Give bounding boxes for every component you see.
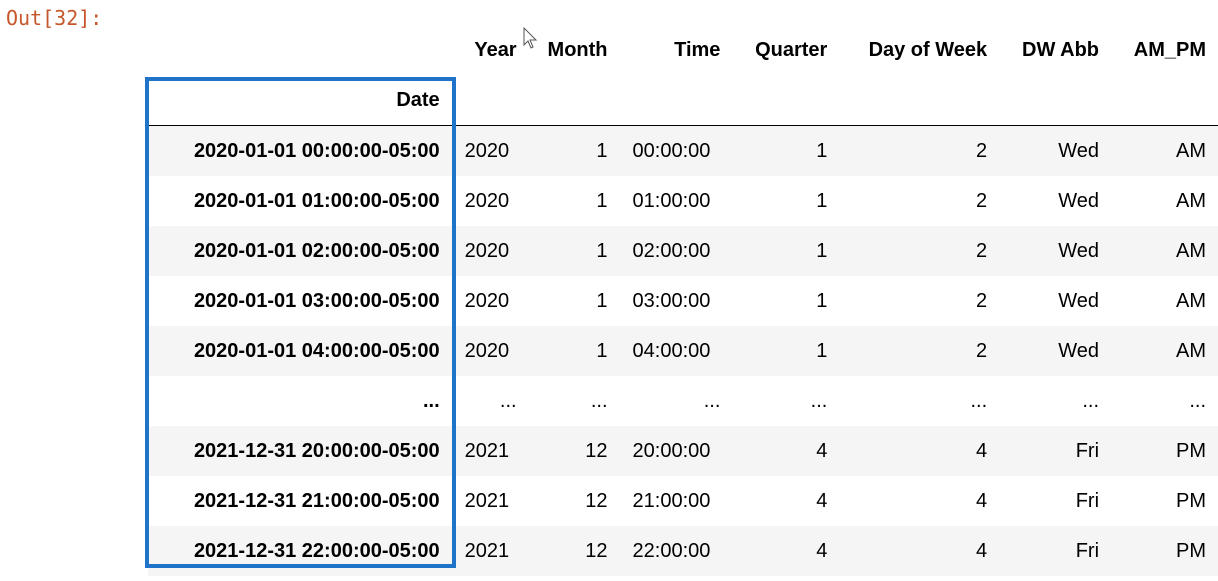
table-cell: 1 [596, 139, 608, 162]
row-index: 2020-01-01 04:00:00-05:00 [193, 339, 440, 362]
row-index: 2020-01-01 01:00:00-05:00 [193, 189, 440, 212]
table-cell: 4 [976, 539, 988, 562]
table-cell: ... [970, 389, 988, 412]
table-row: 2020-01-01 01:00:00-05:00 2020 1 01:00:00 1 2… [148, 176, 1218, 226]
row-index: 2020-01-01 00:00:00-05:00 [193, 139, 440, 162]
table-cell: Wed [1058, 239, 1100, 262]
table-cell: AM [1176, 239, 1206, 262]
column-header: AM_PM [1133, 38, 1206, 61]
column-header: Day of Week [868, 38, 988, 61]
table-cell: ... [1082, 389, 1100, 412]
table-cell: PM [1176, 439, 1206, 462]
table-row: ........................ [148, 376, 1218, 426]
table-cell: AM [1176, 139, 1206, 162]
table-cell: 2020 [464, 139, 510, 162]
column-header-row: Year Month Time Quarter Day of Week DW A… [148, 25, 1218, 75]
table-row: 2021-12-31 21:00:00-05:00 2021 12 21:00:00 4… [148, 476, 1218, 526]
table-cell: 2021 [464, 489, 510, 512]
table-cell: 21:00:00 [632, 489, 711, 512]
dataframe-table: Year Month Time Quarter Day of Week DW A… [148, 25, 1218, 576]
table-cell: Wed [1058, 139, 1100, 162]
row-index: 2020-01-01 02:00:00-05:00 [193, 239, 440, 262]
table-row: 2021-12-31 20:00:00-05:00 2021 12 20:00:00 4… [148, 426, 1218, 476]
column-header: Year [474, 38, 517, 61]
table-cell: 01:00:00 [632, 189, 711, 212]
table-cell: 4 [976, 439, 988, 462]
table-cell: ... [810, 389, 828, 412]
table-cell: 20:00:00 [632, 439, 711, 462]
column-header: Month [547, 38, 608, 61]
table-cell: Wed [1058, 339, 1100, 362]
row-index: 2021-12-31 22:00:00-05:00 [193, 539, 440, 562]
table-cell: ... [590, 389, 608, 412]
table-cell: 2021 [464, 539, 510, 562]
table-cell: 4 [816, 489, 828, 512]
table-cell: 1 [816, 239, 828, 262]
table-cell: 1 [596, 239, 608, 262]
table-row: 2020-01-01 02:00:00-05:00 2020 1 02:00:00 1 2… [148, 226, 1218, 276]
table-cell: 12 [585, 489, 608, 512]
table-cell: 2 [976, 289, 988, 312]
table-cell: ... [703, 389, 721, 412]
table-cell: 4 [816, 439, 828, 462]
table-cell: 1 [596, 189, 608, 212]
table-cell: 2 [976, 139, 988, 162]
blank-header [148, 25, 452, 75]
table-cell: PM [1176, 539, 1206, 562]
table-cell: AM [1176, 289, 1206, 312]
table-cell: Wed [1058, 289, 1100, 312]
table-cell: 2020 [464, 189, 510, 212]
table-cell: 12 [585, 539, 608, 562]
table-cell: 2020 [464, 289, 510, 312]
index-header-row: Date [148, 75, 1218, 126]
column-header: Time [674, 38, 721, 61]
table-cell: 02:00:00 [632, 239, 711, 262]
table-cell: Fri [1075, 439, 1100, 462]
table-row: 2020-01-01 03:00:00-05:00 2020 1 03:00:00 1 2… [148, 276, 1218, 326]
table-cell: 2020 [464, 339, 510, 362]
index-header: Date [148, 75, 452, 126]
table-cell: Fri [1075, 489, 1100, 512]
table-cell: 1 [596, 289, 608, 312]
table-cell: 03:00:00 [632, 289, 711, 312]
table-cell: 2 [976, 339, 988, 362]
row-index: 2021-12-31 20:00:00-05:00 [193, 439, 440, 462]
row-index: 2021-12-31 21:00:00-05:00 [193, 489, 440, 512]
row-index: 2020-01-01 03:00:00-05:00 [193, 289, 440, 312]
table-cell: 2 [976, 189, 988, 212]
table-cell: 1 [816, 139, 828, 162]
table-cell: 1 [816, 289, 828, 312]
table-cell: 4 [816, 539, 828, 562]
table-row: 2020-01-01 00:00:00-05:00 2020 1 00:00:00 1 2… [148, 125, 1218, 176]
row-index: ... [423, 389, 440, 412]
table-cell: Fri [1075, 539, 1100, 562]
table-cell: 2 [976, 239, 988, 262]
table-cell: Wed [1058, 189, 1100, 212]
table-cell: 1 [816, 339, 828, 362]
table-cell: 04:00:00 [632, 339, 711, 362]
mouse-cursor-icon [523, 27, 538, 49]
table-cell: 12 [585, 439, 608, 462]
table-cell: PM [1176, 489, 1206, 512]
table-row: 2021-12-31 22:00:00-05:00 2021 12 22:00:00 4… [148, 526, 1218, 576]
table-cell: AM [1176, 339, 1206, 362]
table-cell: AM [1176, 189, 1206, 212]
table-cell: ... [499, 389, 517, 412]
column-header: DW Abb [1022, 38, 1100, 61]
table-cell: 2020 [464, 239, 510, 262]
table-cell: 1 [816, 189, 828, 212]
output-prompt: Out[32]: [6, 6, 103, 30]
table-cell: 1 [596, 339, 608, 362]
table-row: 2020-01-01 04:00:00-05:00 2020 1 04:00:00 1 2… [148, 326, 1218, 376]
table-cell: ... [1189, 389, 1206, 412]
table-cell: 2021 [464, 439, 510, 462]
table-cell: 4 [976, 489, 988, 512]
column-header: Quarter [755, 38, 828, 61]
table-cell: 00:00:00 [632, 139, 711, 162]
table-cell: 22:00:00 [632, 539, 711, 562]
